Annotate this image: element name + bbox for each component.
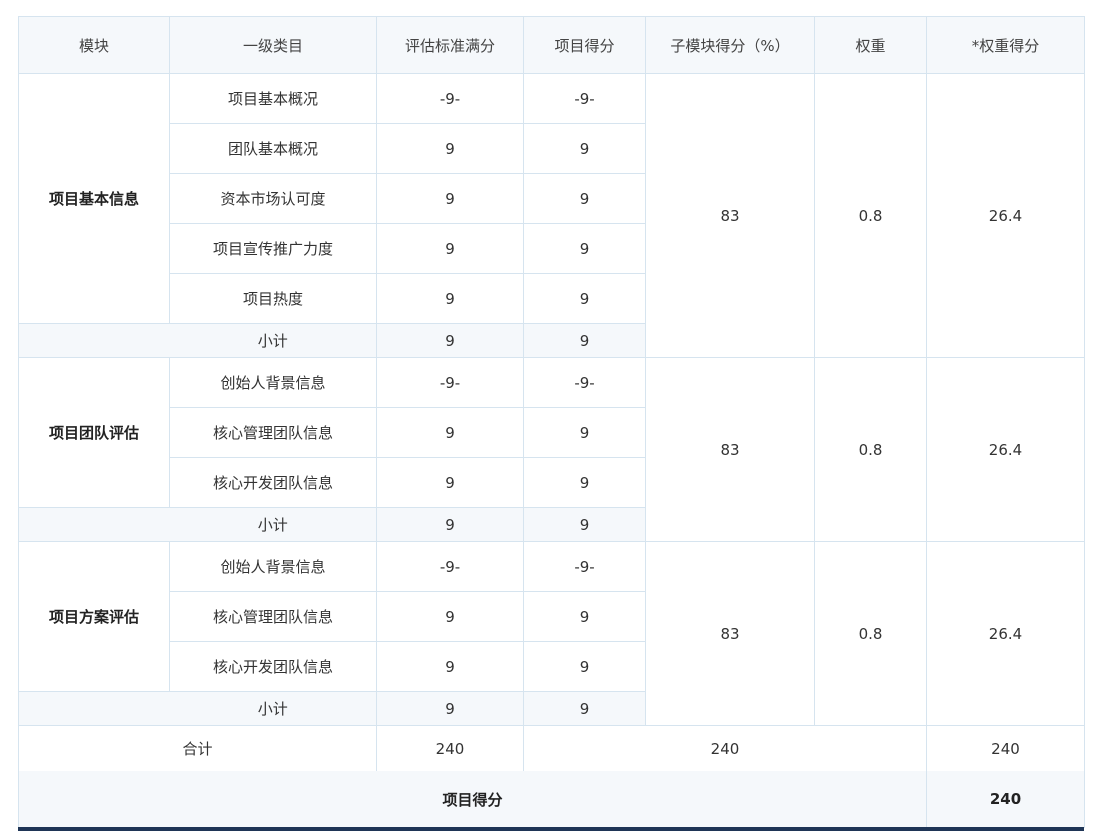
full-score-cell: 9 [376, 173, 524, 224]
weighted-score-cell: 26.4 [926, 357, 1085, 542]
full-score-cell: -9- [376, 541, 524, 592]
category-cell: 核心开发团队信息 [169, 457, 377, 508]
item-score-cell: 9 [523, 457, 646, 508]
weighted-score-cell: 26.4 [926, 541, 1085, 726]
full-score-cell: 9 [376, 273, 524, 324]
table-row: 项目团队评估 创始人背景信息 -9- -9- 83 0.8 26.4 [18, 357, 1085, 542]
module-score-cell: 83 [645, 357, 815, 542]
item-score-cell: -9- [523, 541, 646, 592]
module-score-cell: 83 [645, 541, 815, 726]
category-cell: 项目基本概况 [169, 73, 377, 124]
table-body: 项目基本信息 项目基本概况 -9- -9- 83 0.8 26.4 团队基本概况… [18, 73, 1085, 828]
subtotal-spacer [18, 691, 170, 726]
subtotal-score: 9 [523, 691, 646, 726]
weighted-score-cell: 26.4 [926, 73, 1085, 358]
item-score-cell: 9 [523, 407, 646, 458]
category-cell: 核心管理团队信息 [169, 407, 377, 458]
full-score-cell: 9 [376, 123, 524, 174]
header-module: 模块 [18, 16, 170, 74]
score-table: 模块 一级类目 评估标准满分 项目得分 子模块得分（%） 权重 *权重得分 项目… [18, 16, 1085, 828]
subtotal-spacer [18, 323, 170, 358]
subtotal-full: 9 [376, 691, 524, 726]
module-name: 项目方案评估 [18, 541, 170, 692]
total-module-score: 240 [523, 725, 927, 771]
final-label: 项目得分 [18, 771, 927, 828]
full-score-cell: -9- [376, 73, 524, 124]
table-row: 项目基本信息 项目基本概况 -9- -9- 83 0.8 26.4 [18, 73, 1085, 358]
header-full-score: 评估标准满分 [376, 16, 524, 74]
category-cell: 团队基本概况 [169, 123, 377, 174]
header-category: 一级类目 [169, 16, 377, 74]
category-cell: 创始人背景信息 [169, 541, 377, 592]
subtotal-full: 9 [376, 323, 524, 358]
subtotal-score: 9 [523, 323, 646, 358]
subtotal-spacer [18, 507, 170, 542]
full-score-cell: -9- [376, 357, 524, 408]
total-label: 合计 [18, 725, 377, 771]
item-score-cell: 9 [523, 223, 646, 274]
full-score-cell: 9 [376, 591, 524, 642]
category-cell: 创始人背景信息 [169, 357, 377, 408]
item-score-cell: -9- [523, 73, 646, 124]
item-score-cell: 9 [523, 273, 646, 324]
final-value: 240 [926, 771, 1085, 828]
subtotal-full: 9 [376, 507, 524, 542]
category-cell: 项目热度 [169, 273, 377, 324]
subtotal-score: 9 [523, 507, 646, 542]
header-weighted-score: *权重得分 [926, 16, 1085, 74]
module-name: 项目基本信息 [18, 73, 170, 324]
total-full: 240 [376, 725, 524, 771]
subtotal-label: 小计 [169, 323, 377, 358]
module-score-cell: 83 [645, 73, 815, 358]
category-cell: 核心开发团队信息 [169, 641, 377, 692]
item-score-cell: 9 [523, 173, 646, 224]
total-weighted: 240 [926, 725, 1085, 771]
header-weight: 权重 [814, 16, 927, 74]
item-score-cell: 9 [523, 591, 646, 642]
category-cell: 核心管理团队信息 [169, 591, 377, 642]
weight-cell: 0.8 [814, 541, 927, 726]
weight-cell: 0.8 [814, 357, 927, 542]
header-item-score: 项目得分 [523, 16, 646, 74]
full-score-cell: 9 [376, 641, 524, 692]
category-cell: 项目宣传推广力度 [169, 223, 377, 274]
full-score-cell: 9 [376, 407, 524, 458]
table-header: 模块 一级类目 评估标准满分 项目得分 子模块得分（%） 权重 *权重得分 [18, 16, 1085, 74]
table-row: 项目方案评估 创始人背景信息 -9- -9- 83 0.8 26.4 [18, 541, 1085, 726]
category-cell: 资本市场认可度 [169, 173, 377, 224]
subtotal-label: 小计 [169, 691, 377, 726]
full-score-cell: 9 [376, 457, 524, 508]
item-score-cell: 9 [523, 123, 646, 174]
score-table-container: 模块 一级类目 评估标准满分 项目得分 子模块得分（%） 权重 *权重得分 项目… [18, 16, 1085, 831]
item-score-cell: 9 [523, 641, 646, 692]
full-score-cell: 9 [376, 223, 524, 274]
module-name: 项目团队评估 [18, 357, 170, 508]
header-module-score: 子模块得分（%） [645, 16, 815, 74]
subtotal-label: 小计 [169, 507, 377, 542]
item-score-cell: -9- [523, 357, 646, 408]
bottom-bar [18, 827, 1084, 831]
weight-cell: 0.8 [814, 73, 927, 358]
total-row: 合计 240 240 240 [18, 725, 1085, 771]
final-row: 项目得分 240 [18, 771, 1085, 828]
